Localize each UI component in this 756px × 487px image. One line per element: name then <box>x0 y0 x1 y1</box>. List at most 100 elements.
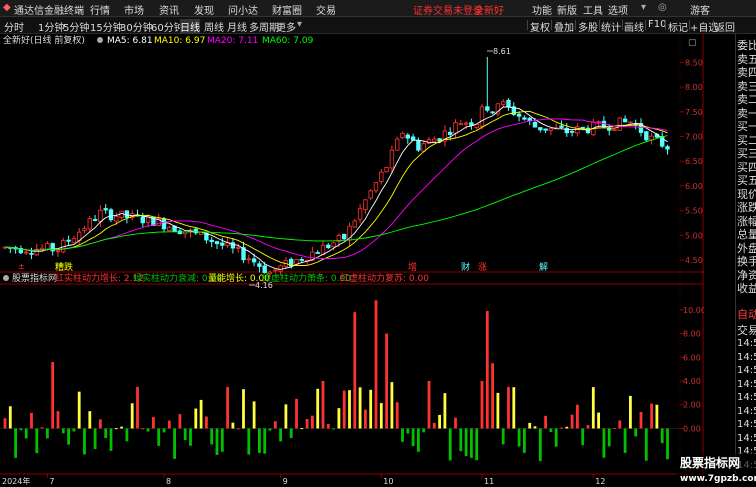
candle-body-13 <box>71 238 77 244</box>
period-1min[interactable]: 1分钟 <box>38 19 64 34</box>
menu-item-trade[interactable]: 交易 <box>316 2 336 17</box>
period-intraday[interactable]: 分时 <box>4 19 24 34</box>
user-label[interactable]: 游客 <box>690 2 710 17</box>
panel-time-4: 14:5 <box>737 392 756 403</box>
panel-trade-label[interactable]: 交易 <box>737 322 756 338</box>
settings-dot-icon[interactable] <box>97 37 103 43</box>
indicator-bar-39 <box>210 428 214 445</box>
period-30min[interactable]: 30分钟 <box>120 19 153 34</box>
candle-body-59 <box>315 252 320 254</box>
menu-item-new-version[interactable]: 新版 <box>557 2 577 17</box>
candle-body-86 <box>458 123 463 126</box>
candle-body-44 <box>235 246 241 249</box>
candle-body-107 <box>569 130 575 133</box>
candle-body-30 <box>161 218 167 230</box>
period-15min[interactable]: 15分钟 <box>90 19 123 34</box>
menu-item-news[interactable]: 资讯 <box>159 2 179 17</box>
period-daily[interactable]: 日线 <box>180 19 200 34</box>
period-weekly[interactable]: 周线 <box>204 19 224 34</box>
indicator-settings-icon[interactable] <box>3 275 9 281</box>
indicator-bar-38 <box>205 416 208 429</box>
candle-body-77 <box>410 136 416 141</box>
dropdown-icon[interactable]: ▾ <box>641 2 646 13</box>
indicator-bar-97 <box>517 428 521 447</box>
candle-body-10 <box>55 250 61 253</box>
event-marker-2[interactable]: 财 <box>461 261 470 273</box>
indicator-bar-83 <box>443 393 447 429</box>
period-monthly[interactable]: 月线 <box>227 19 247 34</box>
panel-auto-label[interactable]: 自动 <box>737 306 756 322</box>
indicator-bar-48 <box>258 428 261 453</box>
period-more[interactable]: 更多 <box>276 19 296 34</box>
event-marker-0[interactable]: 糟跌 <box>55 261 73 273</box>
indicator-bar-74 <box>395 402 399 429</box>
more-chevron-icon[interactable]: ▾ <box>297 19 302 30</box>
candle-body-76 <box>405 134 410 139</box>
indicator-bar-123 <box>655 404 659 429</box>
indicator-bar-111 <box>591 387 595 429</box>
indicator-bar-30 <box>162 428 166 433</box>
candle-body-108 <box>575 126 580 134</box>
collapse-icon[interactable]: ▢ <box>688 38 697 48</box>
candle-body-20 <box>108 209 114 221</box>
indicator-bar-94 <box>501 428 505 445</box>
panel-time-1: 14:5 <box>737 351 756 363</box>
quote-side-panel: 委比 卖五 卖四 卖三 卖二 卖一 买一 买二 买三 买四 买五 现价 涨跌 涨幅 总量 外盘 换手 净资 收益 自动… <box>735 34 756 474</box>
tool-statistics[interactable]: 统计 <box>601 19 621 34</box>
event-marker-1[interactable]: 增 <box>408 261 417 273</box>
candle-body-41 <box>220 242 225 246</box>
help-icon[interactable]: ◎ <box>658 2 667 13</box>
menu-item-ask[interactable]: 问小达 <box>228 2 258 17</box>
menu-item-discover[interactable]: 发现 <box>194 2 214 17</box>
indicator-bar-124 <box>660 428 664 444</box>
indicator-bar-110 <box>586 425 590 429</box>
candle-body-115 <box>612 129 617 131</box>
event-marker-4[interactable]: 解 <box>539 261 548 273</box>
indicator-bar-69 <box>369 389 373 429</box>
menu-item-quotes[interactable]: 行情 <box>90 2 110 17</box>
menu-item-options[interactable]: 选项 <box>608 2 628 17</box>
period-multi[interactable]: 多周期 <box>249 19 279 34</box>
tool-f10[interactable]: F10 <box>648 19 666 30</box>
top-stock-name[interactable]: 全新好 <box>474 2 504 17</box>
tool-draw-line[interactable]: 画线 <box>624 19 644 34</box>
candle-body-73 <box>389 149 395 169</box>
price-tick-label-3: 7.00 <box>685 133 703 142</box>
tool-restore-rights[interactable]: 复权 <box>530 19 550 34</box>
candle-body-103 <box>548 128 554 131</box>
candle-body-84 <box>447 131 453 135</box>
period-5min[interactable]: 5分钟 <box>63 19 89 34</box>
menu-item-tools[interactable]: 工具 <box>583 2 603 17</box>
candle-body-16 <box>87 218 92 230</box>
candle-body-81 <box>432 138 437 143</box>
menu-item-wealth[interactable]: 财富圈 <box>272 2 302 17</box>
indicator-bar-68 <box>364 409 367 429</box>
candle-body-67 <box>357 208 363 220</box>
candle-body-72 <box>384 167 389 173</box>
indicator-bar-57 <box>305 419 309 429</box>
candle-body-31 <box>167 226 172 232</box>
candle-body-116 <box>617 117 622 131</box>
candle-body-7 <box>39 247 45 250</box>
indicator-bar-31 <box>167 420 171 429</box>
period-toolbar: 分时 1分钟 5分钟 15分钟 30分钟 60分钟 日线 周线 月线 多周期 更… <box>0 17 756 34</box>
tool-mark[interactable]: 标记 <box>668 19 688 34</box>
indicator-bar-29 <box>157 428 161 446</box>
candle-body-102 <box>543 128 548 131</box>
indicator-bar-12 <box>67 428 70 445</box>
ind-tick-label-1: 8.00 <box>683 330 701 339</box>
menu-item-function[interactable]: 功能 <box>532 2 552 17</box>
kline-chart[interactable]: 全新好(日线 前复权) MA5: 6.81 MA10: 6.97 MA20: 7… <box>0 34 704 487</box>
period-60min[interactable]: 60分钟 <box>151 19 184 34</box>
menu-item-market[interactable]: 市场 <box>124 2 144 17</box>
indicator-bar-113 <box>602 428 606 458</box>
tool-back[interactable]: 返回 <box>715 19 735 34</box>
candle-body-91 <box>485 106 490 111</box>
indicator-bar-46 <box>247 428 251 455</box>
indicator-bar-33 <box>178 414 182 429</box>
login-warning[interactable]: 证券交易未登录 <box>413 2 483 17</box>
event-marker-3[interactable]: 涨 <box>478 262 487 273</box>
tool-overlay[interactable]: 叠加 <box>554 19 574 34</box>
indicator-bar-102 <box>544 415 547 429</box>
tool-multi-stock[interactable]: 多股 <box>578 19 598 34</box>
